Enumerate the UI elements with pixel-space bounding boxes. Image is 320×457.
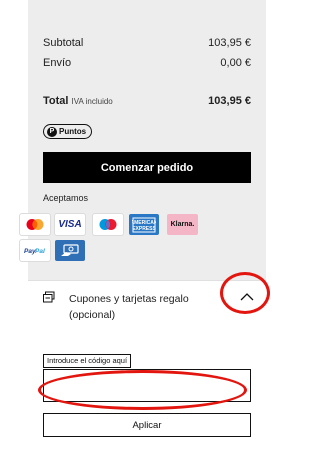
order-summary-panel: Subtotal 103,95 € Envío 0,00 € Total IVA…	[28, 0, 266, 280]
subtotal-label: Subtotal	[43, 37, 84, 49]
gift-card-icon	[43, 290, 55, 303]
mastercard-logo	[20, 214, 50, 235]
coupons-section-label[interactable]: Cupones y tarjetas regalo (opcional)	[69, 291, 229, 323]
shipping-row: Envío 0,00 €	[43, 57, 251, 69]
shipping-label: Envío	[43, 57, 72, 69]
coupon-code-input[interactable]	[43, 369, 251, 402]
subtotal-value: 103,95 €	[208, 37, 251, 49]
visa-logo-text: VISA	[58, 219, 82, 230]
cash-icon	[55, 240, 85, 261]
points-badge[interactable]: P Puntos	[43, 124, 93, 139]
coupon-code-label: Introduce el código aquí	[43, 354, 132, 368]
paypal-logo: Pay Pal	[20, 240, 50, 261]
shipping-value: 0,00 €	[220, 57, 251, 69]
points-label: Puntos	[59, 127, 87, 136]
amex-logo: AMERICAN EXPRESS	[129, 214, 159, 235]
total-label-group: Total IVA incluido	[43, 95, 113, 107]
visa-logo: VISA	[55, 214, 85, 235]
klarna-logo: Klarna.	[167, 214, 198, 235]
total-value: 103,95 €	[208, 95, 251, 107]
svg-text:Pal: Pal	[35, 248, 45, 255]
section-divider	[28, 280, 266, 281]
total-row: Total IVA incluido 103,95 €	[43, 95, 251, 107]
klarna-logo-text: Klarna.	[170, 221, 195, 228]
total-vat-note: IVA incluido	[71, 97, 113, 106]
total-label: Total	[43, 95, 69, 107]
subtotal-row: Subtotal 103,95 €	[43, 37, 251, 49]
checkout-button[interactable]: Comenzar pedido	[43, 152, 251, 183]
apply-coupon-button[interactable]: Aplicar	[43, 413, 251, 437]
payment-methods-label: Aceptamos	[43, 193, 89, 203]
maestro-logo	[93, 214, 123, 235]
chevron-up-icon[interactable]	[237, 289, 257, 305]
points-icon: P	[47, 126, 57, 137]
svg-text:EXPRESS: EXPRESS	[132, 226, 156, 232]
